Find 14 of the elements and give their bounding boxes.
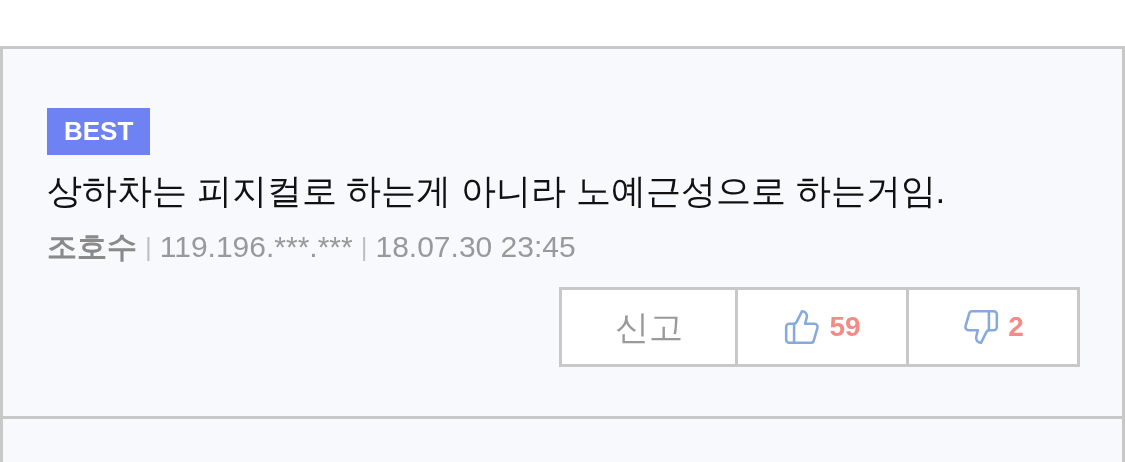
vote-count: 2: [1008, 310, 1024, 344]
author-name: 조호수: [47, 229, 137, 265]
best-badge: BEST: [47, 108, 151, 155]
separator: |: [360, 231, 368, 264]
separator: |: [145, 231, 152, 264]
thumbs-up-icon: [783, 308, 822, 346]
ip-address: 119.196.***.***: [159, 229, 353, 265]
thumbs-down-icon: [962, 308, 1001, 346]
comment-text: 상하차는 피지컬로 하는게 아니라 노예근성으로 하는거임.: [47, 170, 947, 212]
report-button[interactable]: 신고: [562, 290, 735, 364]
comment-date: 18.07.30 23:45: [375, 229, 576, 265]
dislike-button[interactable]: 2: [906, 290, 1077, 364]
like-button[interactable]: 59: [735, 290, 906, 364]
vote-count: 59: [829, 310, 861, 344]
